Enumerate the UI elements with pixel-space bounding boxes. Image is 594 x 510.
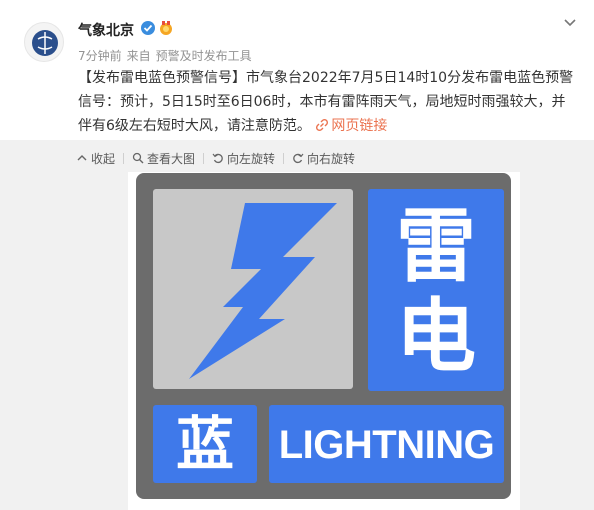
collapse-label: 收起 [91, 151, 116, 166]
web-link-label: 网页链接 [331, 118, 388, 134]
rotate-right-icon [293, 153, 304, 164]
avatar[interactable] [24, 22, 64, 62]
collapse-button[interactable]: 收起 [76, 150, 115, 167]
view-large-button[interactable]: 查看大图 [132, 150, 195, 167]
web-link[interactable]: 网页链接 [315, 118, 387, 134]
rotate-right-button[interactable]: 向右旋转 [292, 150, 355, 167]
signal-char-electric: 电 [396, 290, 476, 383]
user-name[interactable]: 气象北京 [78, 20, 134, 40]
post-meta: 7分钟前 来自 预警及时发布工具 [78, 47, 257, 64]
signal-level-box: 蓝 [153, 405, 257, 483]
rotate-right-label: 向右旋转 [307, 151, 356, 166]
view-large-label: 查看大图 [147, 151, 196, 166]
link-icon [316, 118, 329, 132]
media-panel: 收起 查看大图 向左旋转 向右旋转 雷 电 蓝 LIGHTNING [0, 140, 594, 510]
chevron-down-icon[interactable] [562, 14, 578, 30]
signal-english-box: LIGHTNING [269, 405, 504, 483]
media-toolbar: 收起 查看大图 向左旋转 向右旋转 [76, 149, 355, 167]
badge-icon [160, 21, 172, 35]
zoom-out-icon [77, 155, 87, 161]
source-prefix: 来自 [126, 49, 151, 63]
avatar-logo [32, 30, 58, 56]
signal-english-label: LIGHTNING [278, 423, 495, 467]
signal-char-thunder: 雷 [396, 200, 476, 293]
signal-level-char: 蓝 [175, 410, 234, 478]
post-source[interactable]: 预警及时发布工具 [156, 49, 252, 63]
post-text: 【发布雷电蓝色预警信号】市气象台2022年7月5日14时10分发布雷电蓝色预警信… [78, 66, 578, 138]
warning-signal-image[interactable]: 雷 电 蓝 LIGHTNING [128, 172, 520, 510]
lightning-panel [153, 189, 353, 389]
rotate-left-label: 向左旋转 [227, 151, 276, 166]
toolbar-divider [283, 152, 285, 164]
verified-icon [141, 21, 155, 35]
lightning-icon [189, 203, 337, 379]
toolbar-divider [203, 152, 205, 164]
toolbar-divider [123, 152, 125, 164]
warning-signal-board: 雷 电 蓝 LIGHTNING [136, 173, 511, 499]
post-header: 气象北京 7分钟前 来自 预警及时发布工具 【发布雷电蓝色预警信号】市气象台2022… [0, 0, 594, 140]
search-icon [132, 152, 144, 164]
signal-type-box: 雷 电 [368, 189, 504, 391]
rotate-left-button[interactable]: 向左旋转 [212, 150, 275, 167]
post-time[interactable]: 7分钟前 [78, 49, 122, 63]
rotate-left-icon [212, 153, 223, 164]
